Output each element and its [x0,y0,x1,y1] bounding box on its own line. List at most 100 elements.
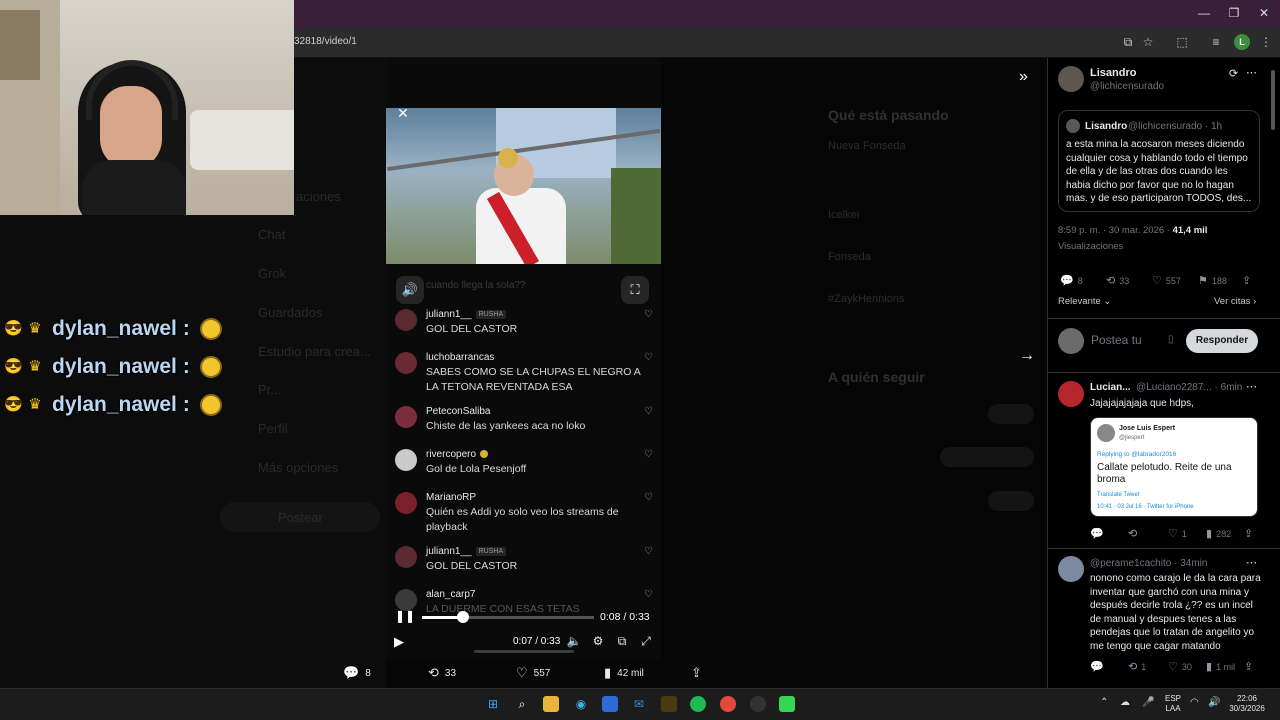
fullscreen-icon[interactable]: ⤢ [638,634,654,649]
comment-username[interactable]: luchobarrancas [426,352,494,363]
views-action[interactable]: ▮ 42 mil [604,665,644,681]
microphone-icon[interactable]: 🎤 [1142,697,1154,708]
grok-icon[interactable]: ⟳ [1229,67,1238,80]
more-options-icon[interactable]: ⋯ [1246,66,1257,79]
collapse-icon[interactable]: ⛶ [621,276,649,304]
share-stat[interactable]: ⇪ [1242,274,1255,287]
views-stat[interactable]: ▮ 282 [1206,527,1231,540]
play-icon[interactable]: ▶ [394,634,404,650]
like-icon[interactable]: ♡ [644,352,653,363]
comment-username[interactable]: rivercopero [426,449,476,460]
next-media-icon[interactable]: → [1019,347,1035,365]
like-icon[interactable]: ♡ [644,309,653,320]
sort-relevant[interactable]: Relevante ⌄ [1058,296,1111,307]
app-icon[interactable] [661,696,677,712]
reply-author-name[interactable]: Lucian... [1090,382,1131,393]
media-control-icon[interactable]: ≡ [1208,34,1224,50]
reply-input[interactable]: Postea tu [1091,333,1142,348]
avatar[interactable] [395,449,417,471]
avatar[interactable] [395,546,417,568]
wifi-icon[interactable]: ◠ [1190,697,1199,708]
like-stat[interactable]: ♡ 30 [1168,660,1192,673]
reply-author-handle[interactable]: @perame1cachito · 34min [1090,558,1207,569]
comment-username[interactable]: alan_carp7 [426,589,475,600]
chrome-icon[interactable] [720,696,736,712]
like-action[interactable]: ♡ 557 [516,665,550,681]
like-icon[interactable]: ♡ [644,589,653,600]
minimize-icon[interactable]: — [1194,6,1214,20]
obs-icon[interactable] [750,696,766,712]
share-stat[interactable]: ⇪ [1244,660,1257,673]
volume-icon[interactable]: 🔈 [566,634,582,648]
menu-kebab-icon[interactable]: ⋮ [1258,34,1274,50]
speaker-icon[interactable]: 🔊 [1208,697,1220,708]
comment-username[interactable]: MarianoRP [426,492,476,503]
windows-start-icon[interactable]: ⊞ [485,696,501,712]
file-explorer-icon[interactable] [543,696,559,712]
repost-stat[interactable]: ⟲ [1128,527,1141,540]
reply-stat[interactable]: 💬 [1090,660,1108,673]
reply-stat[interactable]: 💬 [1090,527,1108,540]
comment-username[interactable]: juliann1__ [426,546,472,557]
video-frame[interactable] [386,108,661,264]
like-icon[interactable]: ♡ [644,406,653,417]
url-text[interactable]: 32818/video/1 [294,36,357,47]
drag-handle-icon[interactable]: ▯ [1168,334,1174,345]
embedded-tweet-image[interactable]: Jose Luis Espert @jlespert Replying to @… [1090,417,1258,517]
comment-username[interactable]: PeteconSaliba [426,406,491,417]
repost-stat[interactable]: ⟲ 33 [1106,274,1129,287]
like-icon[interactable]: ♡ [644,449,653,460]
like-icon[interactable]: ♡ [644,492,653,503]
store-icon[interactable] [602,696,618,712]
avatar[interactable] [395,492,417,514]
views-stat[interactable]: ▮ 1 mil [1206,660,1235,673]
volume-icon[interactable]: 🔊 [396,276,424,304]
see-quotes-link[interactable]: Ver citas › [1214,296,1256,307]
profile-avatar[interactable]: L [1234,34,1250,50]
extensions-icon[interactable]: ⬚ [1174,34,1190,50]
reply-action[interactable]: 💬 8 [343,665,371,681]
pause-icon[interactable]: ❚❚ [395,609,415,623]
more-options-icon[interactable]: ⋯ [1246,556,1257,569]
close-icon[interactable]: ✕ [394,104,412,122]
edge-browser-icon[interactable]: ◉ [573,696,589,712]
outlook-icon[interactable]: ✉ [631,696,647,712]
language-indicator[interactable]: ESP LAA [1162,694,1184,714]
share-stat[interactable]: ⇪ [1244,527,1257,540]
repost-stat[interactable]: ⟲ 1 [1128,660,1146,673]
network-icon[interactable]: ☁ [1120,697,1130,708]
share-action[interactable]: ⇪ [691,665,708,681]
install-app-icon[interactable]: ⧉ [1120,34,1136,50]
bookmark-star-icon[interactable]: ☆ [1140,34,1156,50]
avatar[interactable] [1058,556,1084,582]
avatar[interactable] [395,589,417,611]
avatar[interactable] [1058,66,1084,92]
reply-button[interactable]: Responder [1186,329,1258,353]
pip-icon[interactable]: ⧉ [614,634,630,649]
avatar[interactable] [395,309,417,331]
more-options-icon[interactable]: ⋯ [1246,380,1257,393]
author-name[interactable]: Lisandro [1090,67,1136,79]
reply-author-handle[interactable]: @Luciano2287... · 6min [1136,382,1242,393]
spotify-icon[interactable] [690,696,706,712]
tray-chevron-icon[interactable]: ⌃ [1100,697,1108,708]
close-window-icon[interactable]: ✕ [1254,6,1274,20]
restore-icon[interactable]: ❐ [1224,6,1244,20]
avatar[interactable] [395,406,417,428]
comment-username[interactable]: juliann1__ [426,309,472,320]
clock[interactable]: 22:06 30/3/2026 [1226,694,1268,714]
avatar[interactable] [1058,381,1084,407]
expand-sidebar-icon[interactable]: » [1019,68,1028,86]
settings-gear-icon[interactable]: ⚙ [590,634,606,648]
scrollbar[interactable] [1271,70,1275,130]
repost-action[interactable]: ⟲ 33 [428,665,456,681]
app-icon[interactable] [779,696,795,712]
search-icon[interactable]: ⌕ [514,696,530,712]
like-stat[interactable]: ♡ 557 [1152,274,1181,287]
like-stat[interactable]: ♡ 1 [1168,527,1187,540]
reply-stat[interactable]: 💬 8 [1060,274,1083,287]
like-icon[interactable]: ♡ [644,546,653,557]
avatar[interactable] [395,352,417,374]
author-handle[interactable]: @lichicensurado [1090,81,1164,92]
bookmark-stat[interactable]: ⚑ 188 [1198,274,1227,287]
